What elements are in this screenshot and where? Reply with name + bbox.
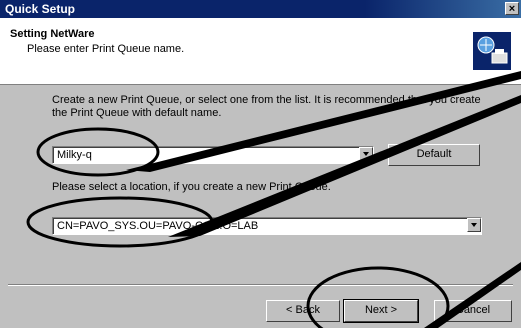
window-title: Quick Setup	[5, 2, 76, 16]
next-button-label: Next >	[364, 304, 398, 316]
cancel-button-label: Cancel	[455, 304, 491, 316]
location-prompt: Please select a location, if you create …	[52, 181, 331, 193]
default-button-label: Default	[416, 148, 452, 160]
close-button[interactable]: ×	[505, 2, 519, 15]
wizard-header: Setting NetWare Please enter Print Queue…	[0, 18, 521, 85]
network-printer-icon	[473, 32, 511, 70]
close-icon: ×	[508, 3, 516, 15]
print-queue-combobox[interactable]: Milky-q	[52, 146, 374, 164]
title-bar: Quick Setup ×	[0, 0, 521, 18]
header-title: Setting NetWare	[10, 28, 95, 40]
header-subtitle: Please enter Print Queue name.	[27, 43, 185, 55]
default-button[interactable]: Default	[388, 144, 480, 166]
quick-setup-window: Quick Setup × Setting NetWare Please ent…	[0, 0, 521, 328]
chevron-down-icon[interactable]	[467, 218, 481, 232]
cancel-button[interactable]: Cancel	[434, 300, 512, 322]
print-queue-value: Milky-q	[57, 149, 92, 161]
back-button[interactable]: < Back	[266, 300, 340, 322]
footer-divider	[8, 284, 513, 286]
next-button[interactable]: Next >	[343, 299, 419, 323]
back-button-label: < Back	[286, 304, 320, 316]
location-value: CN=PAVO_SYS.OU=PAVO-CON.O=LAB	[57, 220, 259, 232]
location-combobox[interactable]: CN=PAVO_SYS.OU=PAVO-CON.O=LAB	[52, 217, 482, 235]
chevron-down-icon[interactable]	[359, 147, 373, 161]
instruction-text: Create a new Print Queue, or select one …	[52, 94, 481, 119]
